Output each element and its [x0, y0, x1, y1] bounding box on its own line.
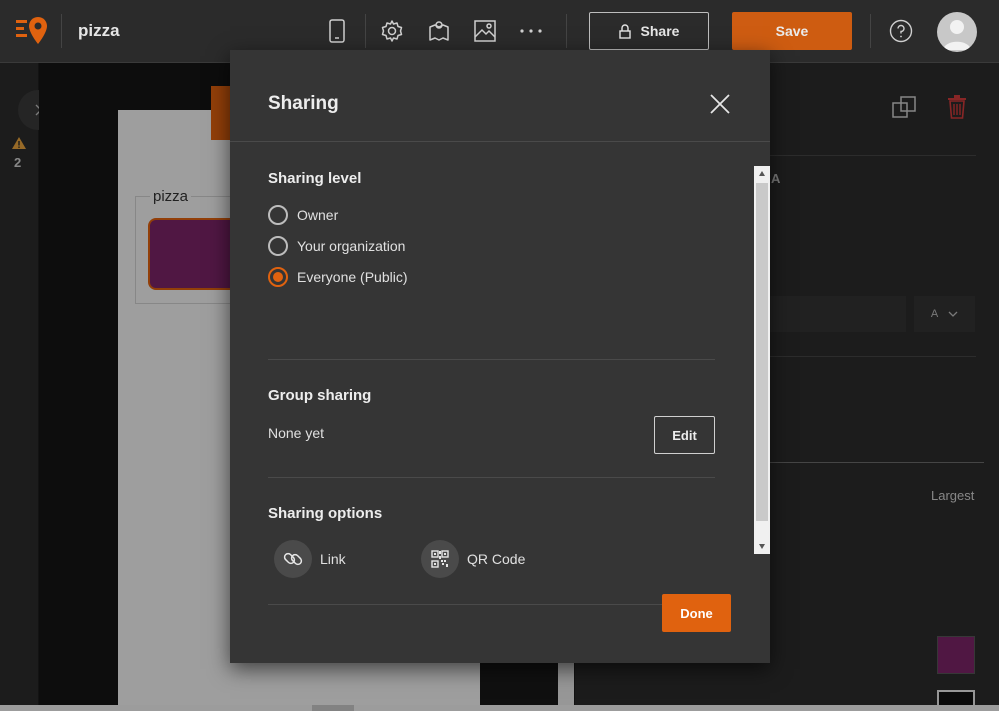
sharing-options-title: Sharing options [268, 505, 383, 522]
radio-label: Owner [297, 207, 339, 223]
phone-icon[interactable] [322, 16, 352, 46]
dialog-scrollbar-thumb[interactable] [756, 183, 768, 521]
edit-groups-button[interactable]: Edit [654, 416, 715, 454]
toolbar-divider [870, 14, 871, 48]
radio-button-selected[interactable] [268, 267, 288, 287]
toolbar-divider [566, 14, 567, 48]
qr-code-icon [421, 540, 459, 578]
sharing-dialog: Sharing Sharing level Owner Your organiz… [230, 50, 770, 663]
share-link-option[interactable]: Link [274, 540, 346, 578]
dialog-header: Sharing [230, 50, 770, 142]
dialog-body: Sharing level Owner Your organization Ev… [268, 142, 715, 605]
app-title: pizza [78, 21, 120, 40]
user-avatar[interactable] [937, 12, 977, 52]
qr-code-option[interactable]: QR Code [421, 540, 525, 578]
gear-icon[interactable] [377, 16, 407, 46]
share-button-label: Share [640, 23, 680, 39]
dialog-title: Sharing [268, 93, 339, 114]
radio-label: Your organization [297, 238, 406, 254]
section-divider [268, 604, 715, 605]
radio-everyone-public[interactable]: Everyone (Public) [268, 266, 408, 288]
app-logo-icon[interactable] [14, 14, 48, 48]
map-icon[interactable] [424, 16, 454, 46]
help-icon[interactable] [889, 19, 913, 43]
group-sharing-status: None yet [268, 425, 325, 441]
more-icon[interactable] [516, 16, 546, 46]
radio-label: Everyone (Public) [297, 269, 408, 285]
done-button[interactable]: Done [662, 594, 731, 632]
link-icon [274, 540, 312, 578]
save-button[interactable]: Save [732, 12, 852, 50]
share-link-label: Link [320, 551, 346, 567]
qr-code-label: QR Code [467, 551, 526, 567]
lock-icon [618, 23, 631, 39]
toolbar-divider [61, 14, 62, 48]
close-icon[interactable] [708, 92, 732, 116]
sharing-level-title: Sharing level [268, 170, 362, 187]
radio-button[interactable] [268, 205, 288, 225]
radio-button[interactable] [268, 236, 288, 256]
section-divider [268, 477, 715, 478]
toolbar-divider [365, 14, 366, 48]
section-divider [268, 359, 715, 360]
scroll-down-arrow-icon[interactable] [759, 544, 765, 549]
share-button[interactable]: Share [589, 12, 709, 50]
radio-your-organization[interactable]: Your organization [268, 235, 405, 257]
scroll-up-arrow-icon[interactable] [759, 171, 765, 176]
group-sharing-title: Group sharing [268, 387, 372, 404]
radio-owner[interactable]: Owner [268, 204, 338, 226]
image-icon[interactable] [470, 16, 500, 46]
